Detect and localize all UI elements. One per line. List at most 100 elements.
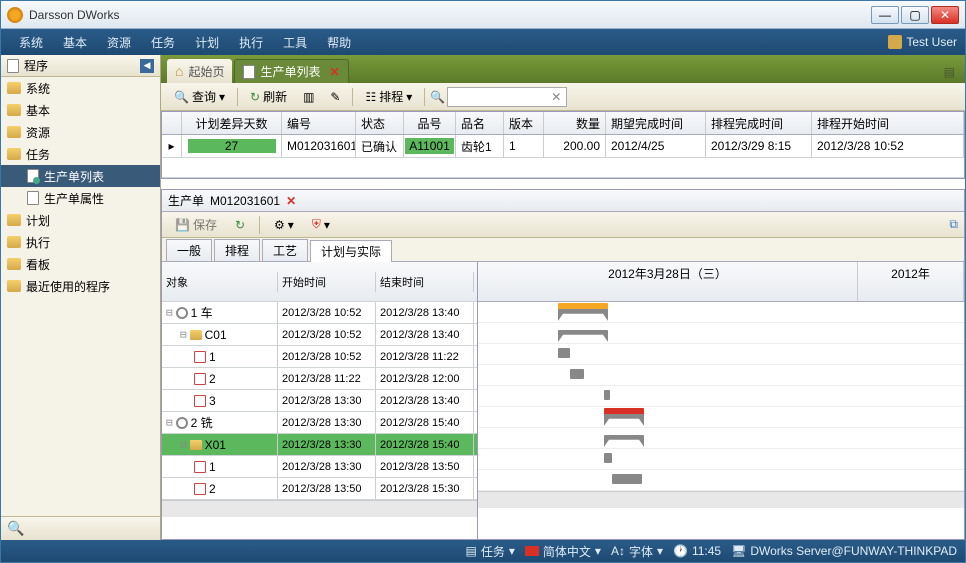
row-label: 1 车 (191, 304, 213, 321)
gantt-chart[interactable]: 2012年3月28日（三） 2012年 (478, 262, 964, 539)
schedule-row[interactable]: 22012/3/28 11:222012/3/28 12:00 (162, 368, 477, 390)
maximize-button[interactable]: ▢ (901, 6, 929, 24)
collapse-sidebar-button[interactable]: ◀ (140, 59, 154, 73)
row-indicator-icon: ▸ (162, 135, 182, 157)
gantt-bar[interactable] (604, 414, 644, 426)
sidebar-item[interactable]: 计划 (1, 209, 160, 231)
detail-tab[interactable]: 一般 (166, 239, 212, 261)
schedule-row[interactable]: ⊟X012012/3/28 13:302012/3/28 15:40 (162, 434, 477, 456)
status-time: 🕐11:45 (673, 544, 721, 558)
sidebar-footer: 🔍 (1, 516, 160, 540)
col-itemname[interactable]: 品名 (456, 112, 504, 134)
minimize-button[interactable]: — (871, 6, 899, 24)
clear-search-icon[interactable]: ✕ (551, 90, 561, 104)
gantt-bar[interactable] (604, 390, 610, 400)
gantt-bar[interactable] (612, 474, 642, 484)
cell-itemname: 齿轮1 (456, 135, 504, 157)
col-start[interactable]: 开始时间 (278, 272, 376, 292)
schedule-grid-scrollbar[interactable] (162, 500, 477, 517)
sidebar-item[interactable]: 系统 (1, 77, 160, 99)
folder-icon (190, 440, 202, 450)
sidebar-item[interactable]: 最近使用的程序 (1, 275, 160, 297)
status-font[interactable]: A↕字体▾ (611, 543, 663, 560)
schedule-row[interactable]: 12012/3/28 13:302012/3/28 13:50 (162, 456, 477, 478)
col-status[interactable]: 状态 (356, 112, 404, 134)
refresh-detail-button[interactable]: ↻ (228, 215, 252, 235)
detail-tab[interactable]: 计划与实际 (310, 240, 392, 262)
cal-icon (194, 373, 206, 385)
flag-icon (525, 546, 539, 556)
col-end[interactable]: 结束时间 (376, 272, 474, 292)
close-button[interactable]: ✕ (931, 6, 959, 24)
menu-item[interactable]: 资源 (97, 34, 141, 51)
sidebar-item[interactable]: 任务 (1, 143, 160, 165)
schedule-row[interactable]: ⊟2 铣2012/3/28 13:302012/3/28 15:40 (162, 412, 477, 434)
cal-icon (194, 395, 206, 407)
sidebar-item[interactable]: 生产单属性 (1, 187, 160, 209)
sidebar-item[interactable]: 生产单列表 (1, 165, 160, 187)
gantt-scrollbar[interactable] (478, 491, 964, 508)
menu-item[interactable]: 基本 (53, 34, 97, 51)
detail-close-icon[interactable]: ✕ (286, 194, 296, 208)
main-toolbar: 🔍 查询 ▾ ↻ 刷新 ▥ ✎ ☷ 排程 ▾ 🔍 ✕ (161, 83, 965, 111)
schedule-row[interactable]: 32012/3/28 13:302012/3/28 13:40 (162, 390, 477, 412)
grid-row[interactable]: ▸ 27 M012031601 已确认 A11001 齿轮1 1 200.00 … (162, 135, 964, 158)
col-code[interactable]: 编号 (282, 112, 356, 134)
detail-tabs: 一般排程工艺计划与实际 (162, 238, 964, 262)
detail-tab[interactable]: 工艺 (262, 239, 308, 261)
status-lang[interactable]: 简体中文▾ (525, 543, 601, 560)
gantt-bar[interactable] (570, 369, 584, 379)
tab-close-icon[interactable]: ✕ (330, 65, 340, 79)
schedule-row[interactable]: ⊟C012012/3/28 10:522012/3/28 13:40 (162, 324, 477, 346)
refresh-button[interactable]: ↻ 刷新 (243, 85, 294, 108)
binoculars-icon[interactable]: 🔍 (7, 520, 24, 537)
gantt-bar[interactable] (558, 309, 608, 321)
gantt-bar[interactable] (558, 348, 570, 358)
sidebar-item[interactable]: 看板 (1, 253, 160, 275)
col-schedend[interactable]: 排程完成时间 (706, 112, 812, 134)
tabrow-menu-icon[interactable]: ▤ (940, 61, 959, 83)
sidebar-item-label: 看板 (26, 256, 50, 273)
gear-icon (176, 307, 188, 319)
col-qty[interactable]: 数量 (544, 112, 606, 134)
status-tasks[interactable]: ▤任务▾ (466, 543, 515, 560)
toolbar-edit-button[interactable]: ✎ (323, 87, 347, 107)
schedule-button[interactable]: ☷ 排程 ▾ (358, 85, 419, 108)
dropdown-icon: ▾ (324, 218, 330, 232)
menu-item[interactable]: 帮助 (317, 34, 361, 51)
search-input[interactable] (447, 87, 567, 107)
menu-item[interactable]: 系统 (9, 34, 53, 51)
sidebar-item[interactable]: 执行 (1, 231, 160, 253)
detail-tab[interactable]: 排程 (214, 239, 260, 261)
menu-item[interactable]: 执行 (229, 34, 273, 51)
tab-production-list[interactable]: 生产单列表 ✕ (234, 59, 348, 83)
gantt-bar[interactable] (604, 435, 644, 447)
col-itemno[interactable]: 品号 (404, 112, 456, 134)
save-button[interactable]: 💾 保存 (168, 213, 224, 236)
col-object[interactable]: 对象 (162, 272, 278, 292)
action-button[interactable]: ⚙▾ (267, 215, 301, 235)
schedule-row[interactable]: ⊟1 车2012/3/28 10:522012/3/28 13:40 (162, 302, 477, 324)
col-schedstart[interactable]: 排程开始时间 (812, 112, 964, 134)
tab-home[interactable]: ⌂ 起始页 (167, 59, 232, 83)
sidebar-item[interactable]: 基本 (1, 99, 160, 121)
col-expect[interactable]: 期望完成时间 (606, 112, 706, 134)
shield-button[interactable]: ⛨▾ (305, 214, 337, 235)
schedule-row[interactable]: 22012/3/28 13:502012/3/28 15:30 (162, 478, 477, 500)
popout-icon[interactable]: ⧉ (949, 217, 958, 232)
search-button[interactable]: 🔍 查询 ▾ (167, 85, 232, 108)
schedule-row[interactable]: 12012/3/28 10:522012/3/28 11:22 (162, 346, 477, 368)
col-ver[interactable]: 版本 (504, 112, 544, 134)
detail-toolbar: 💾 保存 ↻ ⚙▾ ⛨▾ ⧉ (162, 212, 964, 238)
sidebar-item[interactable]: 资源 (1, 121, 160, 143)
menu-item[interactable]: 计划 (185, 34, 229, 51)
gantt-bar[interactable] (604, 453, 612, 463)
user-display[interactable]: Test User (888, 35, 957, 49)
menu-item[interactable]: 工具 (273, 34, 317, 51)
gantt-bar[interactable] (558, 330, 608, 342)
toolbar-action1-button[interactable]: ▥ (296, 87, 321, 107)
menu-item[interactable]: 任务 (141, 34, 185, 51)
col-diff[interactable]: 计划差异天数 (182, 112, 282, 134)
folder-icon (7, 258, 21, 270)
clock-icon: 🕐 (673, 544, 688, 558)
